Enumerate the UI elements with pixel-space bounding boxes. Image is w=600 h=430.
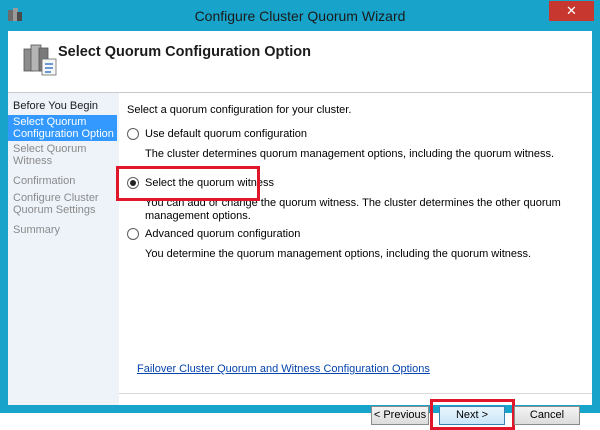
sidebar-item-before-you-begin[interactable]: Before You Begin xyxy=(8,100,117,112)
wizard-content: Select a quorum configuration for your c… xyxy=(116,93,592,430)
option-label-advanced-quorum[interactable]: Advanced quorum configuration xyxy=(145,228,300,240)
sidebar-item-select-quorum-configuration-option[interactable]: Select Quorum Configuration Option xyxy=(8,115,117,141)
page-title: Select Quorum Configuration Option xyxy=(58,44,311,60)
close-button[interactable]: ✕ xyxy=(549,1,594,21)
title-bar[interactable]: Configure Cluster Quorum Wizard ✕ xyxy=(1,1,599,31)
help-link[interactable]: Failover Cluster Quorum and Witness Conf… xyxy=(137,363,430,375)
intro-text: Select a quorum configuration for your c… xyxy=(127,104,352,116)
wizard-header: Select Quorum Configuration Option xyxy=(8,31,592,93)
sidebar-item-confirmation[interactable]: Confirmation xyxy=(8,175,117,187)
wizard-steps-sidebar: Before You Begin Select Quorum Configura… xyxy=(8,93,119,405)
highlight-box-option xyxy=(116,166,260,201)
footer-divider xyxy=(119,393,592,394)
sidebar-item-select-quorum-witness[interactable]: Select Quorum Witness xyxy=(8,143,117,167)
cancel-button[interactable]: Cancel xyxy=(514,406,580,425)
option-desc-default-quorum: The cluster determines quorum management… xyxy=(145,148,555,160)
option-label-default-quorum[interactable]: Use default quorum configuration xyxy=(145,128,307,140)
cluster-servers-icon xyxy=(23,44,57,76)
window-title: Configure Cluster Quorum Wizard xyxy=(194,8,406,24)
highlight-box-next xyxy=(430,399,515,430)
sidebar-item-configure-cluster-quorum-settings[interactable]: Configure Cluster Quorum Settings xyxy=(8,192,117,216)
radio-default-quorum[interactable] xyxy=(127,128,139,140)
wizard-window: Configure Cluster Quorum Wizard ✕ Select… xyxy=(0,0,600,430)
radio-advanced-quorum[interactable] xyxy=(127,228,139,240)
previous-button[interactable]: < Previous xyxy=(371,406,429,425)
sidebar-item-summary[interactable]: Summary xyxy=(8,224,117,236)
option-desc-advanced-quorum: You determine the quorum management opti… xyxy=(145,248,532,260)
wizard-client-area: Select Quorum Configuration Option Befor… xyxy=(8,31,592,430)
